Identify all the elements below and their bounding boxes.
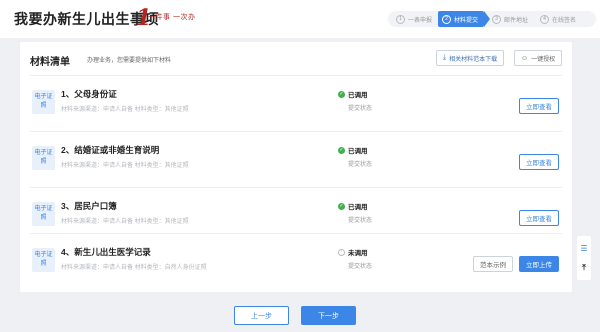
next-step-button[interactable]: 下一步: [301, 306, 356, 325]
step-number: 4: [540, 14, 549, 24]
step-2[interactable]: 2 材料提交: [438, 11, 491, 27]
e-license-tag: 电子证照: [32, 146, 55, 170]
step-label: 邮件地址: [504, 17, 529, 24]
top-bar: 我要办新生儿出生事项 1 一件事 一次办 1 一表申报 2 材料提交 3 邮件地…: [0, 0, 600, 38]
status-label: 提交状态: [348, 162, 373, 168]
view-button[interactable]: 立即查看: [519, 154, 559, 170]
status-label: 提交状态: [348, 264, 373, 270]
status-text: 已调用: [348, 148, 368, 155]
logo: 1 一件事 一次办: [136, 5, 195, 31]
step-label: 在线签名: [552, 17, 577, 24]
one-click-auth-button[interactable]: ☺ 一键授权: [514, 50, 563, 66]
card-subtitle: 办理业务，您需要提供如下材料: [87, 58, 172, 64]
list-item: 电子证照 2、结婚证或非婚生育说明 材料来源渠道：申请人自备 材料类型：其他证照…: [30, 131, 562, 187]
step-3[interactable]: 3 邮件地址: [492, 11, 528, 27]
step-4[interactable]: 4 在线签名: [540, 11, 576, 27]
check-icon: ✓: [338, 202, 345, 210]
step-number: 2: [442, 14, 451, 24]
status-label: 提交状态: [348, 218, 373, 224]
item-meta: 材料来源渠道：申请人自备 材料类型：其他证照: [61, 107, 189, 113]
view-button[interactable]: 立即查看: [519, 98, 559, 114]
view-button[interactable]: 立即查看: [519, 210, 559, 226]
list-item: 电子证照 4、新生儿出生医学记录 材料来源渠道：申请人自备 材料类型：自然人身份…: [30, 233, 562, 289]
prev-step-button[interactable]: 上一步: [234, 306, 289, 325]
item-name: 1、父母身份证: [61, 89, 117, 99]
e-license-tag: 电子证照: [32, 90, 55, 114]
item-meta: 材料来源渠道：申请人自备 材料类型：自然人身份证照: [61, 265, 207, 271]
status-badge: · 未调用: [338, 247, 368, 257]
step-label: 材料提交: [454, 17, 479, 24]
item-meta: 材料来源渠道：申请人自备 材料类型：其他证照: [61, 219, 189, 225]
check-icon: ✓: [338, 90, 345, 98]
side-toolbar: ☰ ⤒: [577, 236, 591, 280]
item-meta: 材料来源渠道：申请人自备 材料类型：其他证照: [61, 163, 189, 169]
materials-card: 材料清单 办理业务，您需要提供如下材料 ⤓ 相关材料范本下载 ☺ 一键授权 电子…: [20, 42, 572, 292]
step-number: 3: [492, 14, 501, 24]
step-number: 1: [396, 14, 405, 24]
list-item: 电子证照 1、父母身份证 材料来源渠道：申请人自备 材料类型：其他证照 ✓ 已调…: [30, 75, 562, 131]
sample-button[interactable]: 范本示例: [473, 256, 513, 272]
download-label: 相关材料范本下载: [449, 56, 498, 63]
download-icon: ⤓: [443, 54, 447, 61]
step-1[interactable]: 1 一表申报: [396, 11, 432, 27]
upload-button[interactable]: 立即上传: [519, 256, 559, 272]
check-icon: ✓: [338, 146, 345, 154]
download-samples-button[interactable]: ⤓ 相关材料范本下载: [436, 50, 505, 66]
status-text: 未调用: [348, 250, 368, 257]
item-name: 3、居民户口簿: [61, 201, 117, 211]
status-badge: ✓ 已调用: [338, 201, 368, 211]
auth-label: 一键授权: [531, 56, 556, 63]
e-license-tag: 电子证照: [32, 248, 55, 272]
e-license-tag: 电子证照: [32, 202, 55, 226]
card-title: 材料清单: [30, 57, 70, 68]
status-text: 已调用: [348, 204, 368, 211]
status-label: 提交状态: [348, 106, 373, 112]
item-name: 2、结婚证或非婚生育说明: [61, 145, 160, 155]
user-icon: ☺: [521, 54, 529, 62]
item-name: 4、新生儿出生医学记录: [61, 247, 151, 257]
logo-text: 一件事 一次办: [148, 14, 196, 21]
step-label: 一表申报: [408, 17, 433, 24]
menu-icon[interactable]: ☰: [578, 240, 590, 256]
progress-stepper: 1 一表申报 2 材料提交 3 邮件地址 4 在线签名: [388, 11, 596, 27]
status-badge: ✓ 已调用: [338, 145, 368, 155]
status-text: 已调用: [348, 92, 368, 99]
clock-icon: ·: [338, 248, 345, 256]
status-badge: ✓ 已调用: [338, 89, 368, 99]
back-to-top-icon[interactable]: ⤒: [578, 260, 590, 276]
